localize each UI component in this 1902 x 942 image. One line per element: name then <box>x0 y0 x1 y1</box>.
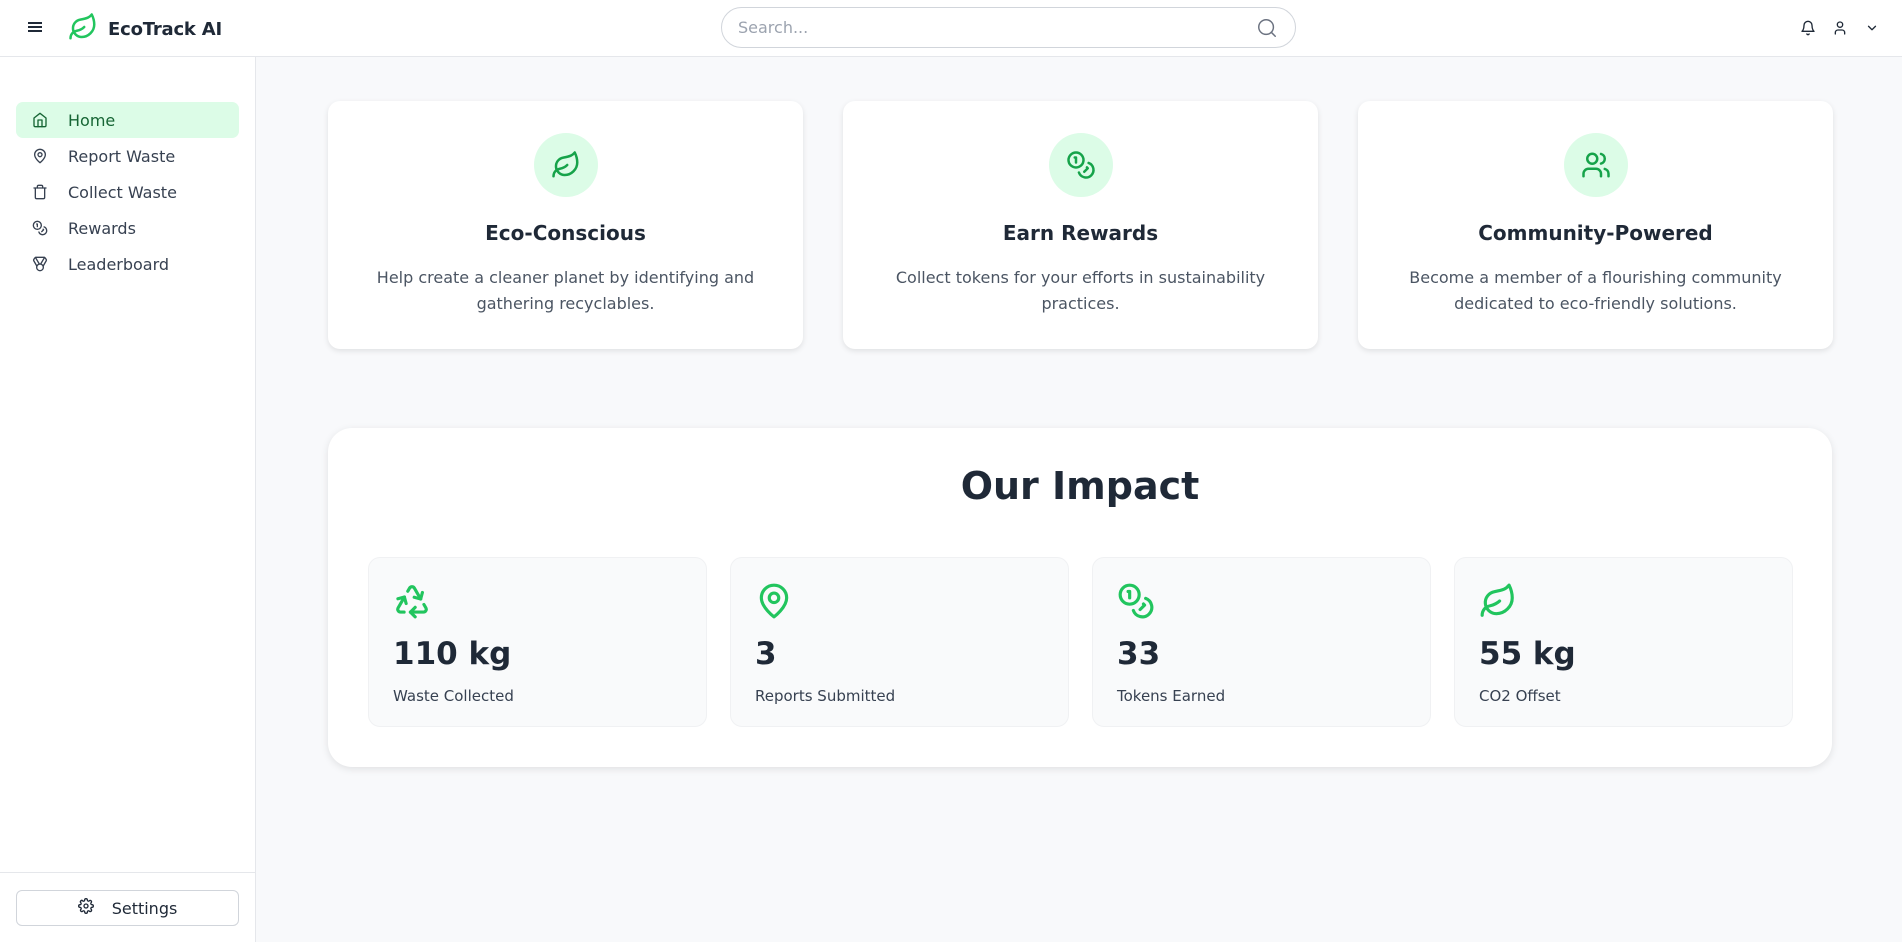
stat-label: Reports Submitted <box>755 687 896 705</box>
feature-card-community-powered: Community-Powered Become a member of a f… <box>1358 101 1833 349</box>
stat-card-reports-submitted: 3 Reports Submitted <box>730 557 1069 727</box>
sidebar-item-rewards[interactable]: Rewards <box>16 210 239 246</box>
app-logo[interactable]: EcoTrack AI <box>68 12 222 46</box>
sidebar-item-label: Leaderboard <box>68 254 170 274</box>
sidebar-item-label: Rewards <box>68 218 136 238</box>
coins-icon <box>1048 133 1113 197</box>
sidebar: Home Report Waste Collect Waste Rewards … <box>0 57 256 942</box>
gear-icon <box>77 898 94 918</box>
users-icon <box>1563 133 1628 197</box>
sidebar-item-leaderboard[interactable]: Leaderboard <box>16 246 239 282</box>
stat-value: 3 <box>755 636 777 672</box>
sidebar-item-label: Collect Waste <box>68 182 177 202</box>
coins-icon <box>1117 582 1155 620</box>
feature-title: Earn Rewards <box>1002 221 1159 245</box>
menu-icon[interactable] <box>24 16 46 38</box>
sidebar-item-collect-waste[interactable]: Collect Waste <box>16 174 239 210</box>
leaf-icon <box>68 12 98 46</box>
recycle-icon <box>393 582 431 620</box>
map-pin-icon <box>32 148 48 164</box>
stat-label: Tokens Earned <box>1117 687 1226 705</box>
chevron-down-icon[interactable] <box>1862 17 1882 39</box>
feature-description: Collect tokens for your efforts in susta… <box>895 268 1266 313</box>
stat-value: 33 <box>1117 636 1161 672</box>
search-input[interactable] <box>738 18 1255 37</box>
search-icon[interactable] <box>1255 16 1279 40</box>
stat-value: 55 kg <box>1479 636 1576 672</box>
stat-label: CO2 Offset <box>1479 687 1561 705</box>
settings-label: Settings <box>111 898 178 918</box>
feature-description: Help create a cleaner planet by identify… <box>376 268 755 313</box>
sidebar-footer: Settings <box>0 872 256 942</box>
sidebar-item-report-waste[interactable]: Report Waste <box>16 138 239 174</box>
top-header: EcoTrack AI <box>0 0 1902 57</box>
leaf-icon <box>1479 582 1517 620</box>
search-bar[interactable] <box>721 7 1296 48</box>
medal-icon <box>32 256 48 272</box>
feature-card-earn-rewards: Earn Rewards Collect tokens for your eff… <box>843 101 1318 349</box>
app-name: EcoTrack AI <box>108 18 222 40</box>
home-icon <box>32 112 48 128</box>
sidebar-item-home[interactable]: Home <box>16 102 239 138</box>
stat-card-waste-collected: 110 kg Waste Collected <box>368 557 707 727</box>
impact-section: Our Impact 110 kg Waste Collected 3 Repo… <box>328 428 1832 767</box>
leaf-icon <box>533 133 598 197</box>
feature-description: Become a member of a flourishing communi… <box>1409 268 1782 313</box>
map-pin-icon <box>755 582 793 620</box>
trash-icon <box>32 184 48 200</box>
coins-icon <box>32 220 48 236</box>
header-actions <box>1798 17 1882 39</box>
stat-value: 110 kg <box>393 636 512 672</box>
stat-card-co2-offset: 55 kg CO2 Offset <box>1454 557 1793 727</box>
bell-icon[interactable] <box>1798 17 1818 39</box>
sidebar-nav: Home Report Waste Collect Waste Rewards … <box>16 102 239 282</box>
stat-label: Waste Collected <box>393 687 514 705</box>
stat-card-tokens-earned: 33 Tokens Earned <box>1092 557 1431 727</box>
user-icon[interactable] <box>1830 17 1850 39</box>
feature-title: Community-Powered <box>1478 221 1713 245</box>
impact-title: Our Impact <box>960 464 1200 508</box>
sidebar-item-label: Home <box>68 110 116 130</box>
feature-card-eco-conscious: Eco-Conscious Help create a cleaner plan… <box>328 101 803 349</box>
settings-button[interactable]: Settings <box>16 890 239 926</box>
sidebar-item-label: Report Waste <box>68 146 176 166</box>
feature-title: Eco-Conscious <box>485 221 646 245</box>
